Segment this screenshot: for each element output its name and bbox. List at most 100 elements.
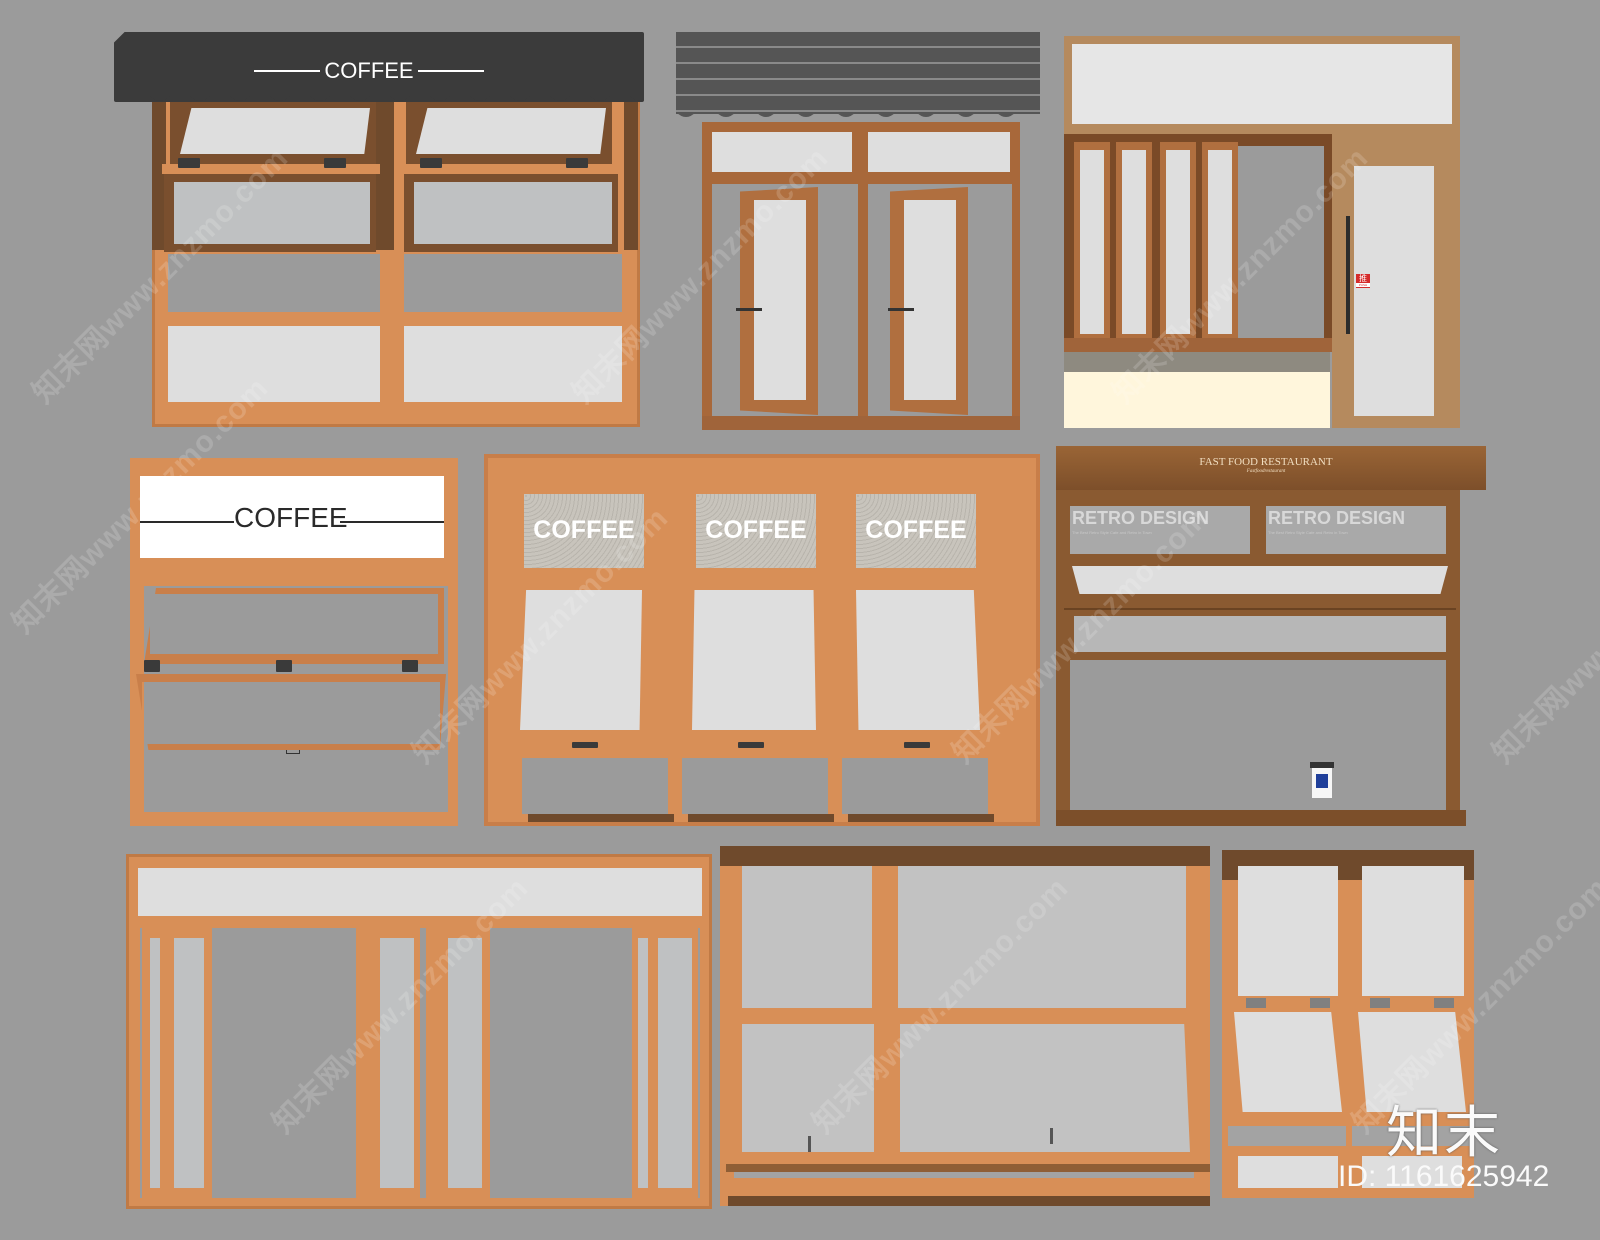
panel-awning-french-doors bbox=[676, 32, 1042, 432]
image-id-label: ID: 1161625942 bbox=[1338, 1160, 1550, 1193]
glass bbox=[658, 938, 692, 1188]
glass bbox=[404, 326, 622, 402]
transom-glass bbox=[138, 868, 702, 916]
sash-glass bbox=[520, 590, 642, 730]
glass bbox=[904, 200, 956, 400]
glass bbox=[754, 200, 806, 400]
opening bbox=[522, 758, 668, 814]
retro-sign-title: RETRO DESIGN bbox=[1072, 508, 1210, 528]
awning-coffee-text: COFFEE bbox=[324, 58, 414, 83]
sash-top-open bbox=[144, 588, 444, 664]
opening bbox=[168, 254, 380, 312]
awning bbox=[676, 32, 1040, 114]
door-handle-icon bbox=[736, 308, 762, 311]
header-board bbox=[1056, 446, 1486, 490]
glass bbox=[174, 182, 370, 244]
opening bbox=[682, 758, 828, 814]
glass bbox=[1166, 150, 1190, 334]
awning-rule-left bbox=[254, 70, 320, 72]
hinge-icon bbox=[1246, 998, 1266, 1008]
sill bbox=[1056, 810, 1466, 826]
retro-sign-title: RETRO DESIGN bbox=[1268, 508, 1406, 528]
sash-glass bbox=[856, 590, 980, 730]
glass bbox=[448, 938, 482, 1188]
awning-scallop bbox=[676, 112, 1036, 117]
glass bbox=[168, 326, 380, 402]
sash-handle-icon bbox=[904, 742, 930, 748]
hinge-icon bbox=[420, 158, 442, 168]
glass bbox=[1122, 150, 1146, 334]
panel-awning-coffee-window: COFFEE bbox=[114, 30, 654, 430]
frame-head bbox=[720, 846, 1210, 868]
sash-handle-icon bbox=[738, 742, 764, 748]
hinge-icon bbox=[402, 660, 418, 672]
transom-glass bbox=[712, 132, 852, 172]
coffee-cup-icon bbox=[1310, 762, 1334, 798]
sill-shadow bbox=[848, 814, 994, 822]
opening bbox=[140, 928, 700, 1198]
sash-glass-top bbox=[1072, 566, 1448, 594]
hinge-icon bbox=[144, 660, 160, 672]
lower-gap bbox=[1228, 1126, 1346, 1146]
glass bbox=[414, 182, 612, 244]
bottom-rail bbox=[130, 812, 458, 826]
sign-rule-left bbox=[140, 521, 234, 523]
panel-coffee-sign-window: COFFEE bbox=[130, 458, 458, 826]
hinge-icon bbox=[324, 158, 346, 168]
transom-coffee-text: COFFEE bbox=[705, 516, 807, 544]
stay-handle-icon bbox=[1050, 1128, 1053, 1144]
sign-board bbox=[1072, 44, 1452, 124]
rail bbox=[398, 312, 624, 324]
push-sticker-label: PUSH bbox=[1356, 283, 1370, 287]
glass bbox=[898, 866, 1186, 1008]
threshold bbox=[702, 416, 1020, 430]
sash-glass-bottom bbox=[1074, 616, 1446, 652]
panel-triple-coffee-window: COFFEE COFFEE COFFEE bbox=[484, 454, 1040, 826]
sill-shadow bbox=[528, 814, 674, 822]
opening bbox=[404, 254, 622, 312]
glass bbox=[742, 866, 872, 1008]
header-title: FAST FOOD RESTAURANT bbox=[1199, 456, 1333, 468]
glass bbox=[1238, 1156, 1338, 1188]
door-glass bbox=[1354, 166, 1434, 416]
brand-logo: 知末 bbox=[1386, 1101, 1502, 1164]
sill-shadow bbox=[688, 814, 834, 822]
watermark-text: 知末网www.znzmo.com bbox=[1486, 501, 1600, 770]
hinge-icon bbox=[1310, 998, 1330, 1008]
glass bbox=[174, 938, 204, 1188]
sign-rule-right bbox=[340, 521, 444, 523]
glass bbox=[380, 938, 414, 1188]
push-sticker-glyph: 推 bbox=[1359, 274, 1367, 283]
sill-shadow bbox=[1064, 352, 1330, 372]
base bbox=[728, 1196, 1210, 1206]
cup-logo bbox=[1316, 774, 1328, 788]
stay-handle-icon bbox=[808, 1136, 811, 1152]
frame-side bbox=[624, 90, 638, 250]
glass bbox=[1362, 866, 1464, 996]
opening bbox=[1238, 146, 1324, 342]
awning-rule-right bbox=[418, 70, 484, 72]
glass bbox=[1238, 866, 1338, 996]
retro-sign-subtitle: The Best Retro Style Cafe and Retro in T… bbox=[1072, 530, 1152, 535]
panel-folding-door-wide bbox=[126, 854, 712, 1209]
sash-handle-icon bbox=[572, 742, 598, 748]
panel-folding-window-door: 推 PUSH bbox=[1064, 36, 1460, 428]
glass bbox=[180, 108, 370, 154]
retro-sign-subtitle: The Best Retro Style Cafe and Retro in T… bbox=[1268, 530, 1348, 535]
lower-gap bbox=[734, 1172, 1194, 1178]
rail bbox=[162, 312, 378, 324]
glass bbox=[1080, 150, 1104, 334]
sash-glass bbox=[1234, 1012, 1342, 1112]
door-handle-icon bbox=[888, 308, 914, 311]
opening bbox=[842, 758, 988, 814]
awning-scallop bbox=[150, 96, 644, 101]
sash-handle-icon bbox=[286, 750, 300, 754]
sash-glass bbox=[692, 590, 816, 730]
sash-bottom-open bbox=[136, 674, 446, 750]
sill bbox=[1064, 338, 1334, 352]
sash-rail bbox=[1064, 596, 1456, 610]
hinge-icon bbox=[178, 158, 200, 168]
wall-base bbox=[1064, 372, 1330, 428]
glass bbox=[150, 938, 160, 1188]
sill bbox=[726, 1164, 1210, 1172]
